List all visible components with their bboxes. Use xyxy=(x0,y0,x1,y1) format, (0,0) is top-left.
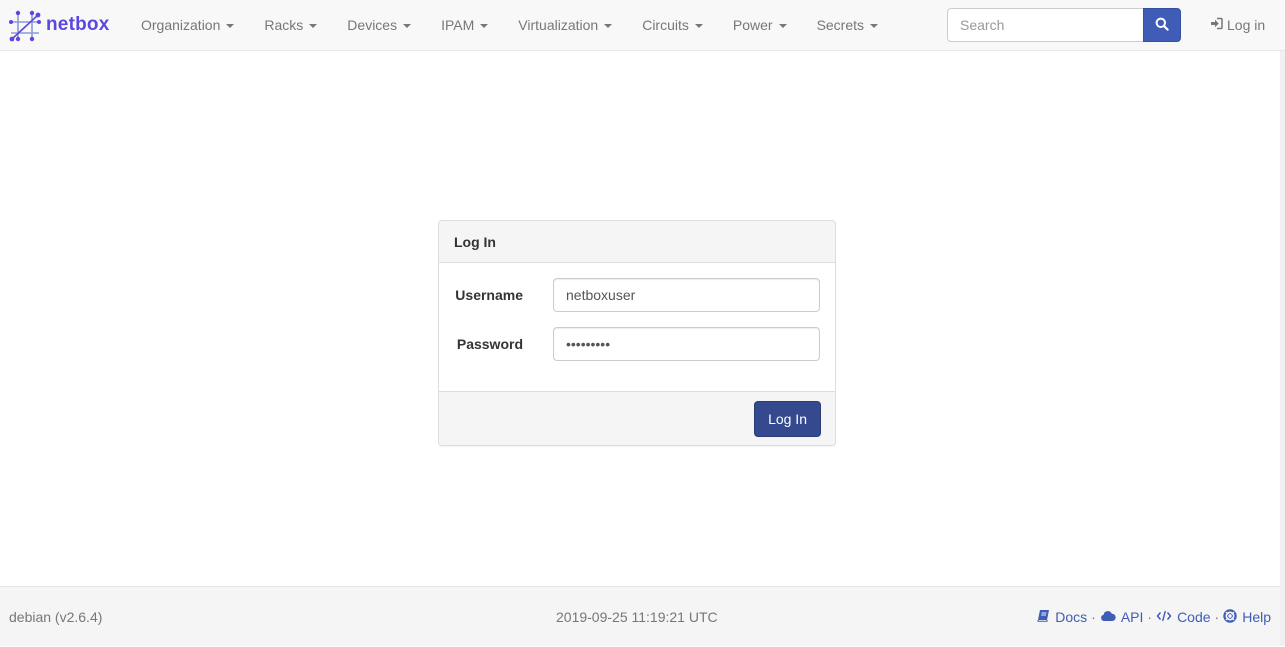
password-row: Password xyxy=(439,327,835,361)
api-link[interactable]: API xyxy=(1100,609,1144,625)
sign-in-icon xyxy=(1210,17,1227,33)
life-ring-icon xyxy=(1223,608,1242,626)
login-link-label: Log in xyxy=(1227,17,1266,33)
login-submit-button[interactable]: Log In xyxy=(754,401,821,437)
username-label: Username xyxy=(455,287,523,303)
nav-ipam-dropdown[interactable]: IPAM xyxy=(426,0,503,50)
help-link[interactable]: Help xyxy=(1223,608,1271,626)
nav-racks-dropdown[interactable]: Racks xyxy=(249,0,332,50)
nav-secrets-dropdown[interactable]: Secrets xyxy=(802,0,893,50)
nav-devices-dropdown[interactable]: Devices xyxy=(332,0,426,50)
password-field[interactable] xyxy=(553,327,820,361)
nav-organization-dropdown[interactable]: Organization xyxy=(126,0,249,50)
username-row: Username xyxy=(439,278,835,312)
hostname-version: debian (v2.6.4) xyxy=(9,609,103,625)
separator: · xyxy=(1147,609,1153,625)
book-icon xyxy=(1037,609,1055,625)
caret-down-icon xyxy=(309,24,318,28)
search-form xyxy=(947,8,1181,42)
code-link[interactable]: Code xyxy=(1156,609,1211,625)
nav-circuits-dropdown[interactable]: Circuits xyxy=(627,0,718,50)
nav-item-label: Organization xyxy=(141,17,221,33)
main-menu: Organization Racks Devices IPAM Virtuali… xyxy=(126,0,893,50)
nav-item-label: IPAM xyxy=(441,17,475,33)
caret-down-icon xyxy=(480,24,489,28)
caret-down-icon xyxy=(604,24,613,28)
help-link-label: Help xyxy=(1242,609,1271,625)
nav-item-label: Power xyxy=(732,17,773,33)
page-footer: debian (v2.6.4) 2019-09-25 11:19:21 UTC … xyxy=(0,586,1280,646)
server-timestamp: 2019-09-25 11:19:21 UTC xyxy=(556,609,718,625)
separator: · xyxy=(1091,609,1096,625)
footer-links: Docs · API · Code · Help xyxy=(1037,587,1280,647)
brand-logo[interactable]: netbox xyxy=(9,10,109,42)
login-form: Username Password xyxy=(439,263,835,391)
cloud-icon xyxy=(1100,609,1121,625)
netbox-logo-icon xyxy=(9,10,41,42)
docs-link[interactable]: Docs xyxy=(1037,609,1087,625)
code-icon xyxy=(1156,609,1177,625)
search-input[interactable] xyxy=(947,8,1143,42)
caret-down-icon xyxy=(694,24,703,28)
code-link-label: Code xyxy=(1177,609,1211,625)
brand-name: netbox xyxy=(46,13,110,35)
caret-down-icon xyxy=(226,24,235,28)
api-link-label: API xyxy=(1120,609,1144,625)
nav-item-label: Secrets xyxy=(816,17,865,33)
caret-down-icon xyxy=(403,24,412,28)
caret-down-icon xyxy=(778,24,787,28)
scrollbar[interactable] xyxy=(1280,51,1285,646)
nav-item-label: Virtualization xyxy=(518,17,599,33)
login-panel: Log In Username Password Log In xyxy=(438,220,836,446)
separator: · xyxy=(1214,609,1220,625)
nav-item-label: Racks xyxy=(264,17,304,33)
search-icon xyxy=(1155,17,1169,34)
panel-title: Log In xyxy=(439,221,835,263)
nav-item-label: Devices xyxy=(347,17,398,33)
nav-virtualization-dropdown[interactable]: Virtualization xyxy=(503,0,627,50)
login-link[interactable]: Log in xyxy=(1210,0,1265,50)
search-button[interactable] xyxy=(1143,8,1181,42)
nav-power-dropdown[interactable]: Power xyxy=(718,0,802,50)
username-field[interactable] xyxy=(553,278,820,312)
password-label: Password xyxy=(456,336,523,352)
docs-link-label: Docs xyxy=(1055,609,1088,625)
panel-footer: Log In xyxy=(439,391,835,445)
caret-down-icon xyxy=(870,24,879,28)
nav-item-label: Circuits xyxy=(642,17,689,33)
top-navbar: netbox Organization Racks Devices IPAM V… xyxy=(0,0,1285,51)
